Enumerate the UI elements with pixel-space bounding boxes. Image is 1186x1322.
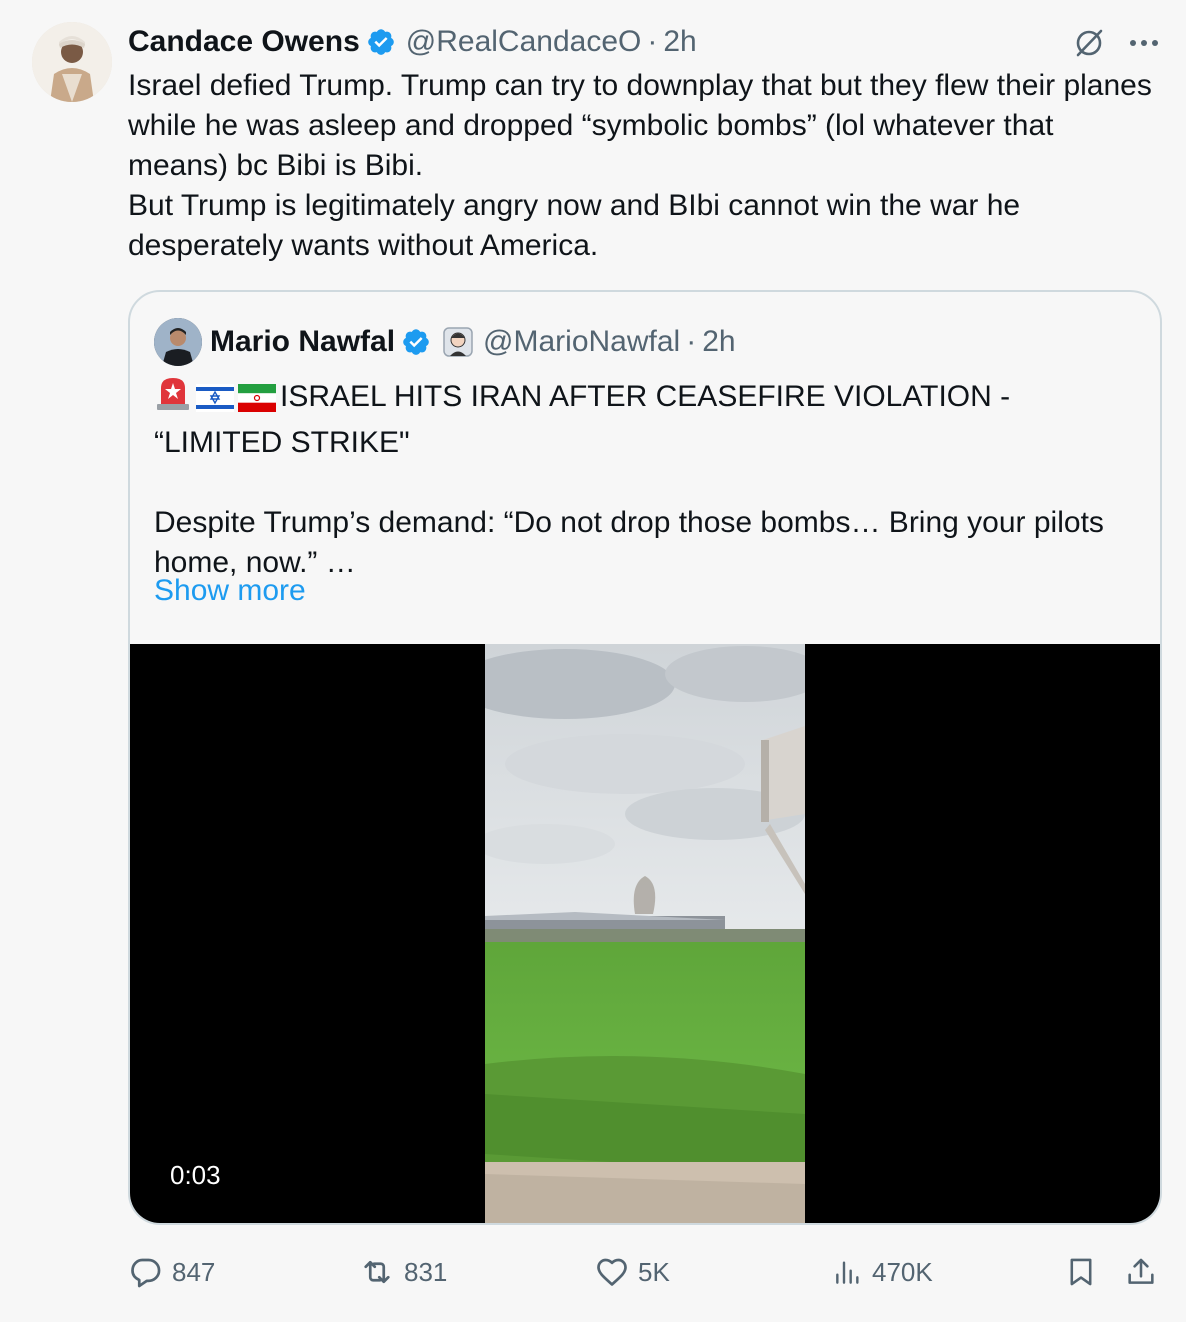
separator-dot: · [686, 325, 697, 358]
like-button[interactable]: 5K [594, 1248, 670, 1296]
video-frame [455, 644, 825, 1223]
reply-count: 847 [172, 1256, 216, 1287]
tweet[interactable]: Candace Owens @RealCandaceO · 2h Israel … [0, 0, 1186, 1322]
quoted-tweet[interactable]: Mario Nawfal @MarioNawfal · 2h ISRAEL HI… [128, 290, 1162, 1225]
quoted-tweet-time[interactable]: 2h [702, 325, 735, 359]
iran-flag-icon [238, 383, 276, 423]
quoted-body: Despite Trump’s demand: “Do not drop tho… [154, 506, 1104, 579]
quoted-headline: ISRAEL HITS IRAN AFTER CEASEFIRE VIOLATI… [154, 380, 1011, 459]
quoted-tweet-text: ISRAEL HITS IRAN AFTER CEASEFIRE VIOLATI… [154, 374, 1144, 583]
more-icon[interactable] [1128, 38, 1160, 48]
share-button[interactable] [1124, 1248, 1158, 1296]
reply-button[interactable]: 847 [128, 1248, 215, 1296]
views-count: 470K [872, 1256, 933, 1287]
like-icon [594, 1254, 630, 1290]
emoji-avatar-icon [443, 327, 473, 357]
author-name[interactable]: Candace Owens [128, 25, 360, 59]
views-button[interactable]: 470K [832, 1248, 933, 1296]
quoted-headline-line: ISRAEL HITS IRAN AFTER CEASEFIRE VIOLATI… [154, 374, 1144, 463]
reply-icon [128, 1254, 164, 1290]
israel-flag-icon [196, 383, 234, 423]
verified-badge-icon [401, 327, 431, 357]
quoted-author-avatar[interactable] [154, 318, 202, 366]
tweet-action-bar: 847 831 5K 470K [128, 1248, 1168, 1298]
author-avatar[interactable] [32, 22, 112, 102]
like-count: 5K [638, 1256, 670, 1287]
tweet-top-actions [1072, 26, 1160, 60]
tweet-text: Israel defied Trump. Trump can try to do… [128, 69, 1152, 262]
verified-badge-icon [366, 27, 396, 57]
grok-icon[interactable] [1072, 26, 1106, 60]
siren-icon [154, 374, 192, 423]
separator-dot: · [647, 25, 658, 58]
share-icon [1124, 1254, 1158, 1290]
quoted-author-name[interactable]: Mario Nawfal [210, 325, 395, 359]
tweet-header: Candace Owens @RealCandaceO · 2h [128, 22, 697, 62]
quoted-author-handle[interactable]: @MarioNawfal [483, 325, 680, 359]
views-icon [832, 1256, 864, 1288]
tweet-time[interactable]: 2h [663, 25, 696, 59]
video-player[interactable]: 0:03 [130, 644, 1160, 1223]
quoted-tweet-header: Mario Nawfal @MarioNawfal · 2h [154, 318, 736, 366]
repost-button[interactable]: 831 [358, 1248, 447, 1296]
repost-count: 831 [404, 1256, 448, 1287]
video-timestamp: 0:03 [160, 1158, 231, 1193]
author-handle[interactable]: @RealCandaceO [406, 25, 642, 59]
bookmark-button[interactable] [1064, 1248, 1098, 1296]
repost-icon [358, 1254, 396, 1290]
show-more-link[interactable]: Show more [154, 574, 306, 608]
bookmark-icon [1064, 1254, 1098, 1290]
